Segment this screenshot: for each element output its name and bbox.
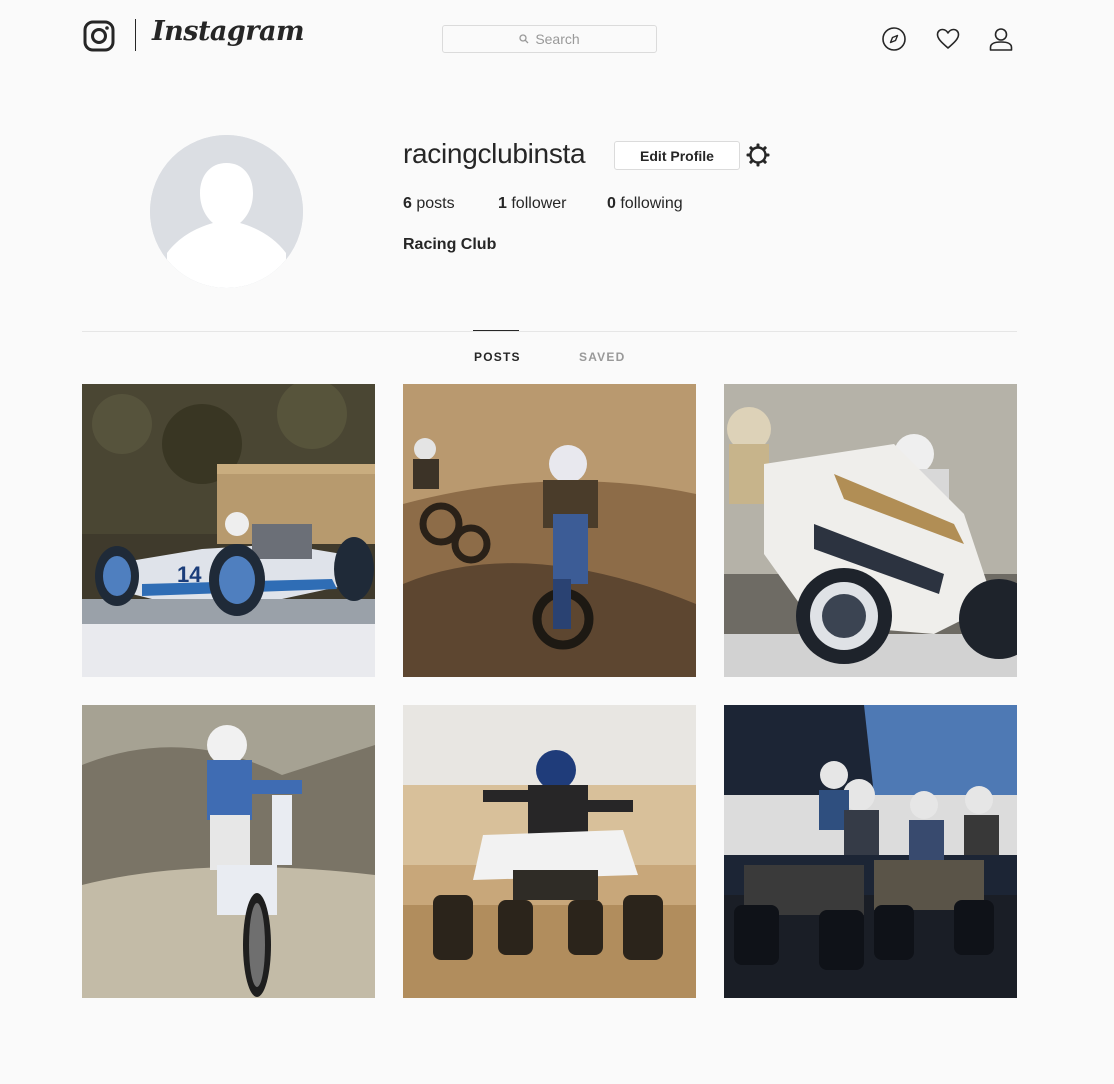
post-thumbnail-5[interactable]	[403, 705, 696, 998]
car-number: 14	[177, 562, 202, 587]
superbike-photo	[724, 384, 1017, 677]
active-tab-indicator	[473, 330, 519, 331]
post-thumbnail-6[interactable]	[724, 705, 1017, 998]
quad-race-photo	[724, 705, 1017, 998]
profile-username: racingclubinsta	[403, 138, 586, 169]
profile-full-name: Racing Club	[403, 236, 497, 253]
compass-icon[interactable]	[881, 26, 907, 52]
gear-icon[interactable]	[746, 143, 770, 167]
followers-count-value: 1	[498, 195, 507, 212]
posts-count-value: 6	[403, 195, 412, 212]
search-icon	[519, 34, 529, 44]
top-navigation-bar: Instagram Search	[0, 0, 1114, 78]
instagram-wordmark[interactable]: Instagram	[152, 16, 305, 47]
followers-count-label: follower	[511, 195, 567, 212]
following-count-value: 0	[607, 195, 616, 212]
search-input[interactable]: Search	[442, 25, 657, 53]
posts-count-label: posts	[416, 195, 455, 212]
search-placeholder: Search	[535, 31, 580, 47]
post-thumbnail-1[interactable]: 14	[82, 384, 375, 677]
edit-profile-button[interactable]: Edit Profile	[614, 141, 740, 170]
default-avatar-icon	[150, 135, 303, 288]
race-car-photo: 14	[82, 384, 375, 677]
tabs-divider	[82, 331, 1017, 332]
logo-divider	[135, 19, 136, 51]
profile-avatar[interactable]	[150, 135, 303, 288]
heart-icon[interactable]	[935, 26, 961, 52]
followers-count[interactable]: 1 follower	[498, 195, 567, 213]
instagram-camera-icon[interactable]	[83, 20, 115, 52]
quad-bike-photo	[403, 705, 696, 998]
motocross-photo	[403, 384, 696, 677]
following-count-label: following	[620, 195, 683, 212]
tab-posts[interactable]: POSTS	[474, 350, 521, 364]
user-icon[interactable]	[988, 26, 1014, 52]
motocross-wheelie-photo	[82, 705, 375, 998]
tab-saved[interactable]: SAVED	[579, 350, 625, 364]
posts-count: 6 posts	[403, 195, 455, 213]
post-thumbnail-2[interactable]	[403, 384, 696, 677]
post-thumbnail-4[interactable]	[82, 705, 375, 998]
following-count[interactable]: 0 following	[607, 195, 683, 213]
post-thumbnail-3[interactable]	[724, 384, 1017, 677]
